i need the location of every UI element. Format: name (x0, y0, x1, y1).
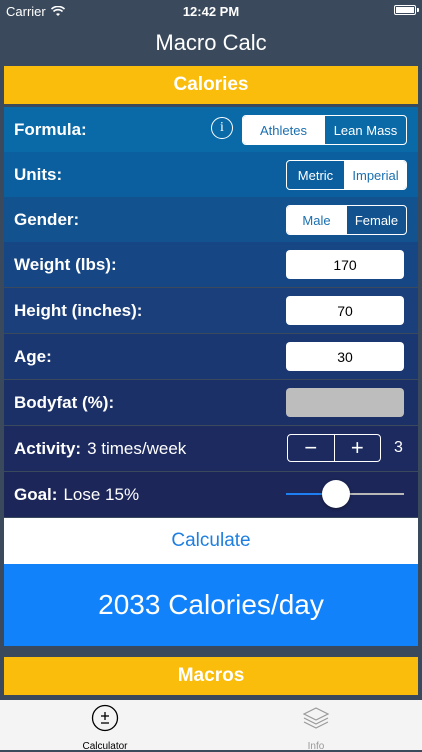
gender-option-female[interactable]: Female (346, 206, 406, 234)
units-label: Units: (14, 164, 63, 184)
status-time: 12:42 PM (182, 4, 240, 19)
age-input[interactable]: 30 (286, 342, 404, 371)
gender-label: Gender: (14, 209, 80, 229)
goal-value-text: Lose 15% (63, 484, 140, 504)
minus-icon[interactable]: − (288, 435, 335, 461)
age-label: Age: (14, 346, 52, 366)
plus-minus-icon (91, 704, 119, 732)
formula-option-athletes[interactable]: Athletes (243, 116, 324, 144)
layers-icon (302, 707, 330, 729)
activity-stepper[interactable]: − + (287, 434, 381, 462)
weight-input[interactable]: 170 (286, 250, 404, 279)
calories-result: 2033 Calories/day (4, 564, 418, 646)
calories-section-header: Calories (4, 66, 418, 104)
activity-count: 3 (394, 439, 403, 456)
tab-bar: Calculator Info (0, 700, 422, 752)
tab-calculator[interactable]: Calculator (50, 700, 160, 752)
gender-segmented-control[interactable]: Male Female (286, 205, 407, 235)
height-input[interactable]: 70 (286, 296, 404, 325)
battery-icon (394, 5, 419, 15)
formula-option-lean-mass[interactable]: Lean Mass (324, 116, 406, 144)
info-icon[interactable]: i (211, 117, 233, 139)
bodyfat-row: Bodyfat (%): (4, 380, 418, 425)
bodyfat-label: Bodyfat (%): (14, 392, 115, 412)
units-option-metric[interactable]: Metric (287, 161, 344, 189)
gender-option-male[interactable]: Male (287, 206, 346, 234)
height-label: Height (inches): (14, 300, 143, 320)
bodyfat-input[interactable] (286, 388, 404, 417)
formula-label: Formula: (14, 119, 87, 139)
age-row: Age: 30 (4, 334, 418, 379)
nav-title: Macro Calc (155, 30, 267, 55)
slider-thumb[interactable] (321, 480, 350, 508)
height-row: Height (inches): 70 (4, 288, 418, 333)
units-segmented-control[interactable]: Metric Imperial (286, 160, 407, 190)
units-option-imperial[interactable]: Imperial (344, 161, 406, 189)
tab-info-label: Info (307, 741, 325, 752)
activity-value-text: 3 times/week (87, 438, 187, 458)
tab-info[interactable]: Info (261, 700, 371, 752)
weight-label: Weight (lbs): (14, 254, 117, 274)
goal-row: Goal: Lose 15% (4, 472, 418, 517)
activity-row: Activity: 3 times/week − + 3 (4, 426, 418, 471)
tab-calculator-label: Calculator (82, 741, 128, 752)
units-row: Units: Metric Imperial (4, 152, 418, 197)
goal-slider[interactable] (286, 480, 404, 508)
status-bar: Carrier 12:42 PM (0, 0, 422, 22)
goal-label: Goal: (14, 484, 58, 504)
weight-row: Weight (lbs): 170 (4, 242, 418, 287)
gender-row: Gender: Male Female (4, 197, 418, 242)
formula-segmented-control[interactable]: Athletes Lean Mass (242, 115, 407, 145)
formula-row: Formula: i Athletes Lean Mass (4, 107, 418, 152)
activity-label: Activity: (14, 438, 82, 458)
plus-icon[interactable]: + (335, 435, 381, 461)
calculate-button[interactable]: Calculate (4, 518, 418, 564)
macros-section-header: Macros (4, 657, 418, 695)
